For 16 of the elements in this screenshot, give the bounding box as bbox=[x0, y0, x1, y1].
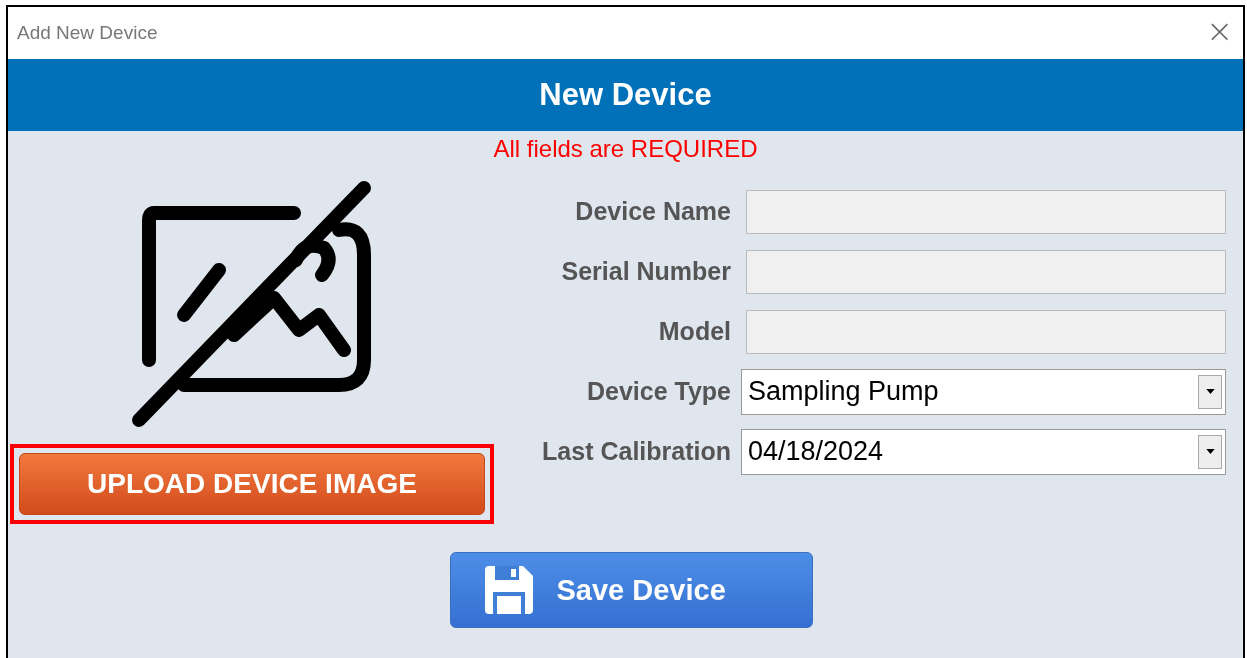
field-label: Last Calibration bbox=[541, 437, 732, 466]
upload-image-button[interactable]: UPLOAD DEVICE IMAGE bbox=[19, 453, 485, 515]
field-label: Model bbox=[657, 317, 732, 346]
text-field[interactable] bbox=[746, 249, 1226, 294]
text-field[interactable] bbox=[746, 189, 1226, 234]
header-title: New Device bbox=[539, 77, 712, 113]
window-title: Add New Device bbox=[17, 22, 158, 44]
required-notice: All fields are REQUIRED bbox=[492, 135, 759, 164]
dropdown-field[interactable]: 04/18/2024 bbox=[741, 428, 1226, 475]
dropdown-field[interactable]: Sampling Pump bbox=[741, 368, 1226, 415]
save-button[interactable]: Save Device bbox=[449, 552, 813, 628]
text-field[interactable] bbox=[746, 309, 1226, 354]
field-label: Device Type bbox=[585, 377, 732, 406]
field-label: Serial Number bbox=[560, 257, 732, 286]
field-label: Device Name bbox=[574, 197, 732, 226]
close-button[interactable]: × bbox=[1196, 12, 1243, 54]
